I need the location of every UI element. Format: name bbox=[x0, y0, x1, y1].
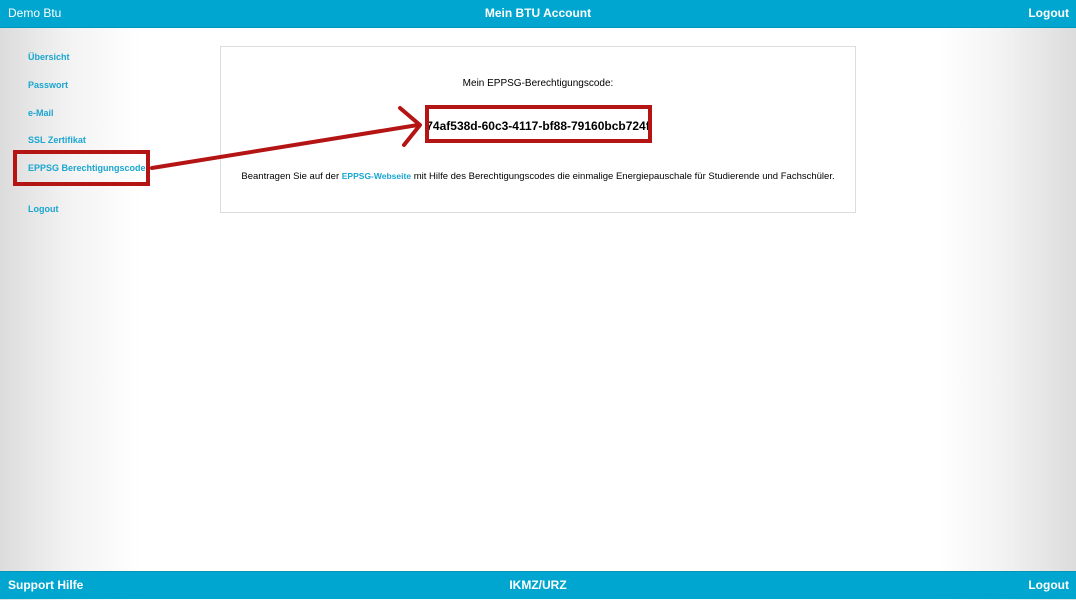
top-bar: Demo Btu Mein BTU Account Logout bbox=[0, 0, 1076, 28]
description-suffix: mit Hilfe des Berechtigungscodes die ein… bbox=[413, 171, 835, 182]
annotation-box-nav bbox=[13, 150, 150, 186]
page: Demo Btu Mein BTU Account Logout Übersic… bbox=[0, 0, 1076, 600]
sidebar-item-email[interactable]: e-Mail bbox=[28, 108, 54, 118]
bottom-bar: Support Hilfe IKMZ/URZ Logout bbox=[0, 571, 1076, 599]
header-logout-link[interactable]: Logout bbox=[1028, 0, 1069, 27]
sidebar-item-passwort[interactable]: Passwort bbox=[28, 80, 68, 90]
support-help-link[interactable]: Support Hilfe bbox=[8, 572, 83, 599]
eppsg-website-link[interactable]: EPPSG-Webseite bbox=[342, 171, 411, 181]
annotation-box-code bbox=[425, 105, 652, 143]
sidebar-item-ssl-zertifikat[interactable]: SSL Zertifikat bbox=[28, 135, 86, 145]
header-title-wrap: Mein BTU Account bbox=[0, 0, 1076, 27]
footer-center-label: IKMZ/URZ bbox=[509, 578, 567, 592]
code-label: Mein EPPSG-Berechtigungscode: bbox=[462, 78, 614, 89]
description-text: Beantragen Sie auf der EPPSG-Webseite mi… bbox=[221, 171, 855, 182]
footer-logout-link[interactable]: Logout bbox=[1028, 572, 1069, 599]
sidebar-item-logout[interactable]: Logout bbox=[28, 204, 59, 214]
footer-center-wrap: IKMZ/URZ bbox=[0, 572, 1076, 599]
description-prefix: Beantragen Sie auf der bbox=[241, 171, 340, 182]
user-name: Demo Btu bbox=[8, 6, 62, 20]
sidebar-item-uebersicht[interactable]: Übersicht bbox=[28, 52, 70, 62]
page-title: Mein BTU Account bbox=[484, 6, 592, 20]
